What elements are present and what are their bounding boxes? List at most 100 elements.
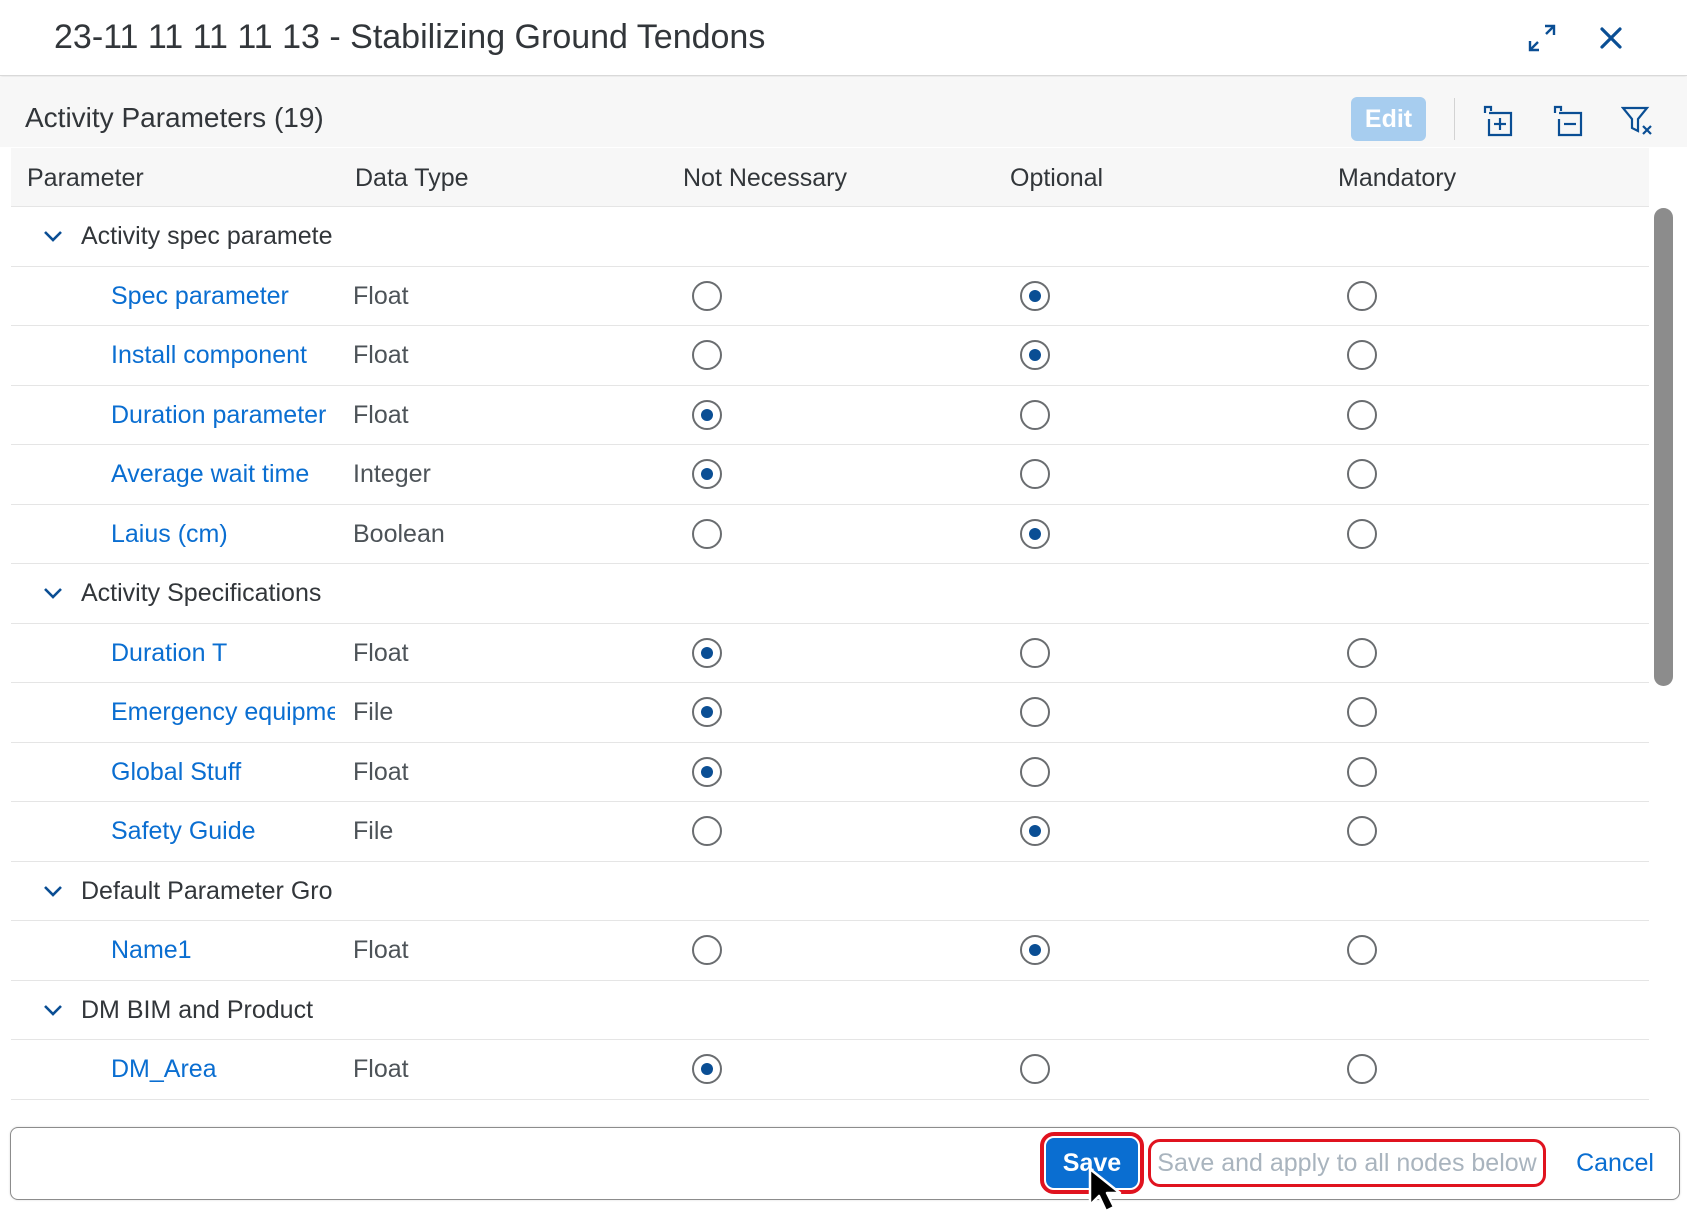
group-label: Activity Specifications: [81, 579, 322, 607]
parameter-link[interactable]: Laius (cm): [111, 519, 335, 549]
radio-not-necessary[interactable]: [692, 697, 722, 727]
data-type-value: Integer: [353, 460, 431, 488]
parameter-link[interactable]: Emergency equipme: [111, 697, 335, 727]
data-type-value: Float: [353, 281, 409, 310]
radio-mandatory[interactable]: [1347, 756, 1377, 787]
column-header-optional[interactable]: Optional: [1010, 163, 1103, 193]
radio-optional[interactable]: [1020, 518, 1050, 549]
radio-optional[interactable]: [1020, 756, 1050, 787]
parameter-link[interactable]: Spec parameter: [111, 281, 335, 311]
radio-mandatory[interactable]: [1347, 518, 1377, 549]
group-row[interactable]: Activity Specifications: [11, 564, 1649, 624]
table-row: Name1 Float: [11, 921, 1649, 981]
radio-optional[interactable]: [1020, 399, 1050, 430]
chevron-down-icon[interactable]: [41, 998, 65, 1022]
table-row: Laius (cm) Boolean: [11, 504, 1649, 564]
group-row[interactable]: Activity spec paramete: [11, 207, 1649, 267]
chevron-down-icon[interactable]: [41, 224, 65, 248]
table-header: Parameter Data Type Not Necessary Option…: [11, 148, 1649, 207]
parameter-link[interactable]: Safety Guide: [111, 816, 335, 846]
radio-optional[interactable]: [1020, 340, 1050, 370]
table-row: Install component Float: [11, 326, 1649, 386]
data-type-value: Float: [353, 638, 409, 667]
table-body: Activity spec paramete Spec parameter Floa…: [11, 207, 1649, 1100]
chevron-down-icon[interactable]: [41, 581, 65, 605]
radio-mandatory[interactable]: [1347, 697, 1377, 727]
group-row[interactable]: DM BIM and Product: [11, 980, 1649, 1040]
radio-not-necessary[interactable]: [692, 518, 722, 549]
data-type-value: Float: [353, 1055, 409, 1083]
radio-optional[interactable]: [1020, 935, 1050, 965]
parameter-link[interactable]: DM_Area: [111, 1054, 335, 1084]
radio-optional[interactable]: [1020, 816, 1050, 846]
close-icon[interactable]: [1591, 18, 1631, 58]
column-header-data-type[interactable]: Data Type: [355, 163, 469, 193]
group-label: DM BIM and Product: [81, 995, 314, 1024]
table-row: Duration parameter Float: [11, 385, 1649, 445]
radio-not-necessary[interactable]: [692, 1054, 722, 1084]
cancel-button[interactable]: Cancel: [1570, 1143, 1660, 1183]
edit-button[interactable]: Edit: [1351, 97, 1426, 141]
collapse-all-icon[interactable]: [1549, 101, 1589, 141]
radio-optional[interactable]: [1020, 1054, 1050, 1084]
radio-not-necessary[interactable]: [692, 935, 722, 965]
parameter-link[interactable]: Install component: [111, 340, 335, 370]
group-row[interactable]: Default Parameter Gro: [11, 861, 1649, 921]
mouse-cursor-icon: [1088, 1167, 1122, 1213]
table-row: Spec parameter Float: [11, 266, 1649, 326]
table-row: Safety Guide File: [11, 802, 1649, 862]
radio-mandatory[interactable]: [1347, 637, 1377, 668]
group-label: Activity spec paramete: [81, 222, 333, 250]
radio-mandatory[interactable]: [1347, 280, 1377, 311]
chevron-down-icon[interactable]: [41, 879, 65, 903]
radio-not-necessary[interactable]: [692, 399, 722, 430]
parameter-link[interactable]: Name1: [111, 935, 335, 965]
radio-not-necessary[interactable]: [692, 340, 722, 370]
parameters-table: Parameter Data Type Not Necessary Option…: [11, 148, 1649, 1102]
column-header-parameter[interactable]: Parameter: [27, 163, 144, 193]
dialog-header: 23-11 11 11 11 13 - Stabilizing Ground T…: [0, 0, 1687, 76]
radio-optional[interactable]: [1020, 459, 1050, 489]
radio-mandatory[interactable]: [1347, 399, 1377, 430]
table-row: Global Stuff Float: [11, 742, 1649, 802]
clear-filter-icon[interactable]: [1618, 101, 1658, 141]
table-row: DM_Area Float: [11, 1040, 1649, 1100]
column-header-not-necessary[interactable]: Not Necessary: [683, 163, 847, 193]
scrollbar-thumb[interactable]: [1654, 208, 1673, 686]
radio-mandatory[interactable]: [1347, 340, 1377, 370]
radio-optional[interactable]: [1020, 637, 1050, 668]
data-type-value: Float: [353, 936, 409, 964]
data-type-value: Float: [353, 400, 409, 429]
expand-all-icon[interactable]: [1479, 101, 1519, 141]
radio-mandatory[interactable]: [1347, 816, 1377, 846]
toolbar-divider: [1454, 98, 1455, 140]
data-type-value: Boolean: [353, 519, 445, 548]
save-and-apply-button[interactable]: Save and apply to all nodes below: [1148, 1139, 1546, 1187]
parameter-link[interactable]: Duration T: [111, 638, 335, 668]
radio-optional[interactable]: [1020, 697, 1050, 727]
parameter-link[interactable]: Duration parameter: [111, 400, 335, 430]
parameter-link[interactable]: Average wait time: [111, 459, 335, 489]
table-row: Average wait time Integer: [11, 445, 1649, 505]
data-type-value: Float: [353, 341, 409, 369]
radio-mandatory[interactable]: [1347, 459, 1377, 489]
radio-optional[interactable]: [1020, 280, 1050, 311]
radio-not-necessary[interactable]: [692, 459, 722, 489]
table-row: Emergency equipme File: [11, 683, 1649, 743]
radio-mandatory[interactable]: [1347, 1054, 1377, 1084]
radio-not-necessary[interactable]: [692, 816, 722, 846]
data-type-value: File: [353, 698, 394, 726]
parameter-link[interactable]: Global Stuff: [111, 757, 335, 787]
expand-icon[interactable]: [1522, 18, 1562, 58]
section-title: Activity Parameters (19): [25, 102, 324, 133]
radio-not-necessary[interactable]: [692, 637, 722, 668]
radio-mandatory[interactable]: [1347, 935, 1377, 965]
dialog-title: 23-11 11 11 11 13 - Stabilizing Ground T…: [54, 18, 766, 56]
table-row: Duration T Float: [11, 623, 1649, 683]
data-type-value: Float: [353, 757, 409, 786]
column-header-mandatory[interactable]: Mandatory: [1338, 163, 1456, 193]
radio-not-necessary[interactable]: [692, 280, 722, 311]
data-type-value: File: [353, 817, 394, 845]
group-label: Default Parameter Gro: [81, 876, 333, 905]
radio-not-necessary[interactable]: [692, 756, 722, 787]
